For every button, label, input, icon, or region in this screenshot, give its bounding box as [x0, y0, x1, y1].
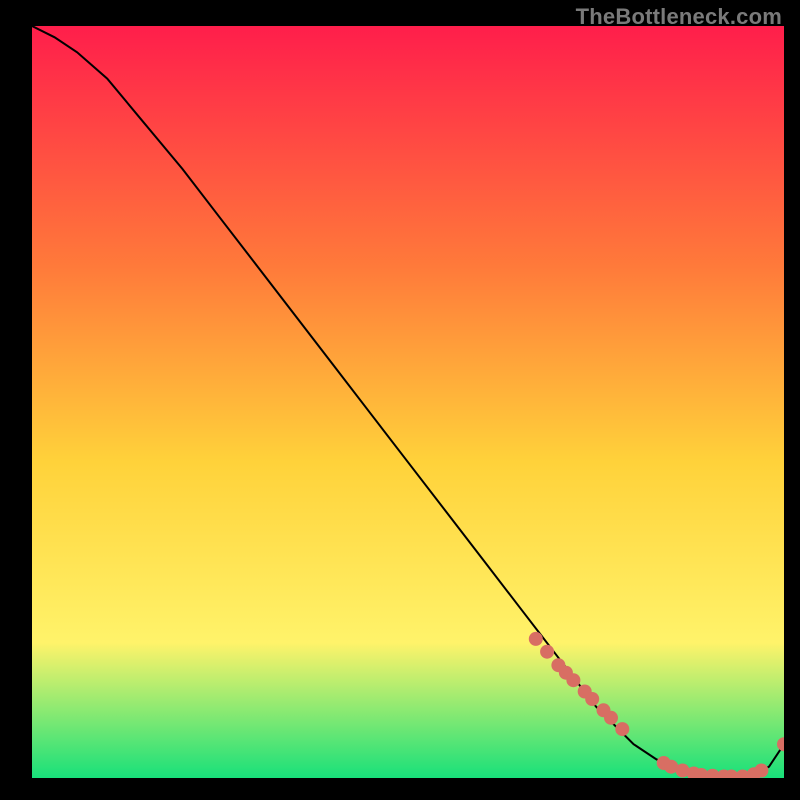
chart-svg [32, 26, 784, 778]
marker-point [615, 722, 629, 736]
chart-frame: TheBottleneck.com [0, 0, 800, 800]
gradient-background [32, 26, 784, 778]
chart-plot-area [32, 26, 784, 778]
marker-point [529, 632, 543, 646]
marker-point [540, 645, 554, 659]
marker-point [754, 764, 768, 778]
marker-point [566, 673, 580, 687]
marker-point [585, 692, 599, 706]
marker-point [604, 711, 618, 725]
